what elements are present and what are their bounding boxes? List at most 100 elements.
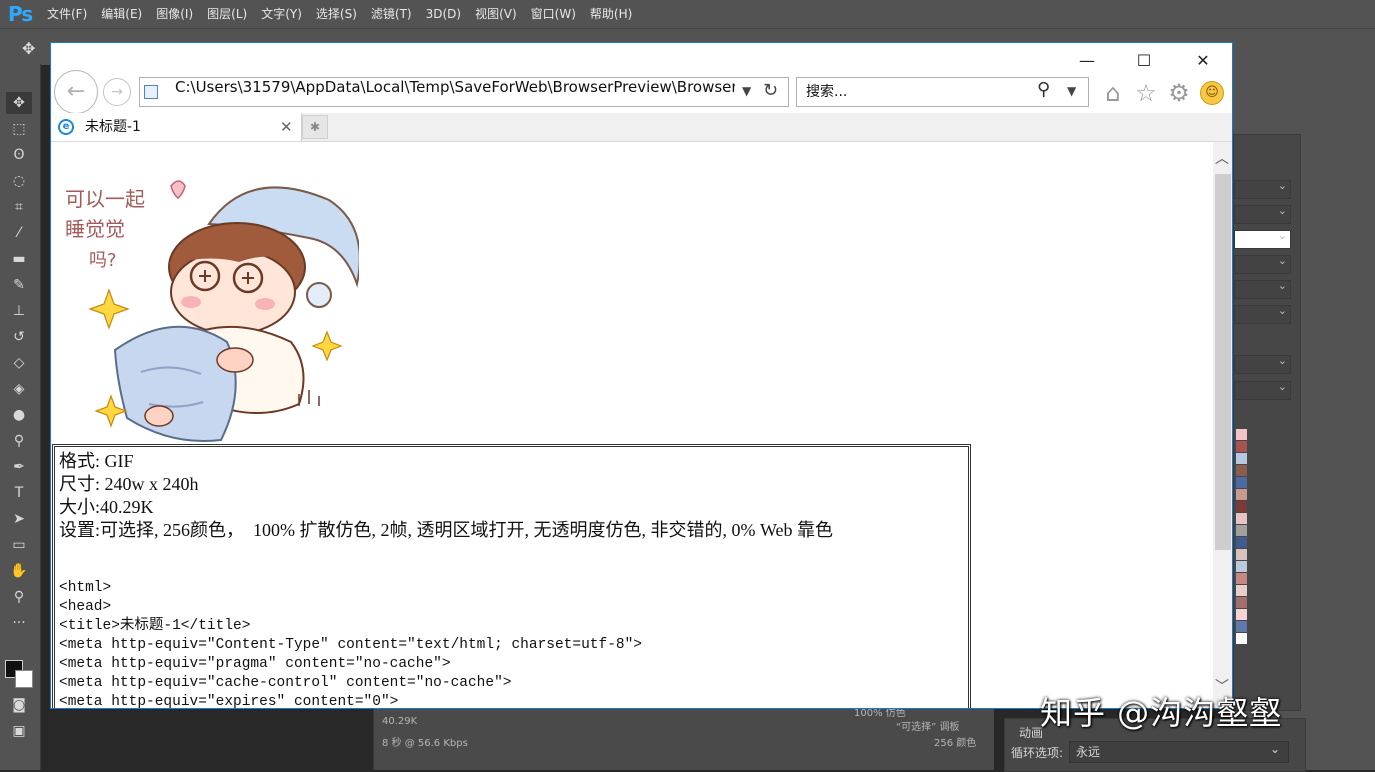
shape-tool-icon[interactable]: ▭ bbox=[6, 534, 32, 556]
menu-3d[interactable]: 3D(D) bbox=[419, 0, 468, 28]
scroll-up-icon[interactable]: ︿ bbox=[1215, 148, 1229, 168]
color-swatch[interactable] bbox=[1236, 633, 1247, 644]
color-swatch[interactable] bbox=[1236, 573, 1247, 584]
back-button[interactable]: ← bbox=[54, 70, 98, 114]
eyedropper-tool-icon[interactable]: ⁄ bbox=[6, 222, 32, 244]
color-swatch[interactable] bbox=[1236, 429, 1247, 440]
loop-label: 循环选项: bbox=[1011, 746, 1064, 760]
vertical-scrollbar[interactable]: ︿ ﹀ bbox=[1213, 142, 1232, 708]
ps-toolbar: ✥ ⬚ ʘ ◌ ⌗ ⁄ ▬ ✎ ⊥ ↺ ◇ ◈ ● ⚲ ✒ T ➤ ▭ ✋ ⚲ … bbox=[0, 64, 41, 770]
close-button[interactable]: ✕ bbox=[1183, 47, 1223, 75]
healing-brush-icon[interactable]: ▬ bbox=[6, 248, 32, 270]
image-info-box: 格式: GIF 尺寸: 240w x 240h 大小:40.29K 设置:可选择… bbox=[52, 444, 971, 708]
zoom-tool-icon[interactable]: ⚲ bbox=[6, 586, 32, 608]
settings-dropdown[interactable] bbox=[1234, 279, 1291, 299]
quick-mask-icon[interactable]: ◙ bbox=[6, 694, 32, 716]
pen-tool-icon[interactable]: ✒ bbox=[6, 456, 32, 478]
close-tab-icon[interactable]: ✕ bbox=[280, 113, 293, 141]
color-swatch[interactable] bbox=[1236, 489, 1247, 500]
maximize-button[interactable]: ☐ bbox=[1124, 47, 1164, 75]
menu-select[interactable]: 选择(S) bbox=[309, 0, 364, 28]
color-swatch[interactable] bbox=[1236, 513, 1247, 524]
screen-mode-icon[interactable]: ▣ bbox=[6, 720, 32, 742]
gear-icon[interactable]: ⚙ bbox=[1164, 79, 1194, 107]
settings-dropdown[interactable] bbox=[1234, 179, 1291, 199]
color-swatch[interactable] bbox=[1236, 621, 1247, 632]
search-icon[interactable]: ⚲ bbox=[1037, 79, 1050, 100]
settings-dropdown[interactable] bbox=[1234, 354, 1291, 374]
favorites-star-icon[interactable]: ☆ bbox=[1131, 79, 1161, 107]
minimize-button[interactable]: — bbox=[1067, 47, 1107, 75]
dodge-tool-icon[interactable]: ⚲ bbox=[6, 430, 32, 452]
file-size: 40.29K bbox=[382, 716, 418, 727]
history-brush-icon[interactable]: ↺ bbox=[6, 326, 32, 348]
menu-type[interactable]: 文字(Y) bbox=[254, 0, 309, 28]
menu-window[interactable]: 窗口(W) bbox=[524, 0, 583, 28]
color-swatch[interactable] bbox=[1236, 525, 1247, 536]
loop-select[interactable]: 永远 ⌄ bbox=[1069, 741, 1289, 763]
lasso-tool-icon[interactable]: ʘ bbox=[6, 144, 32, 166]
forward-button[interactable]: → bbox=[103, 78, 131, 106]
palette-info: “可选择” 调板 bbox=[896, 722, 960, 733]
color-swatch[interactable] bbox=[1236, 609, 1247, 620]
smiley-feedback-icon[interactable]: ☺ bbox=[1200, 81, 1224, 105]
menu-help[interactable]: 帮助(H) bbox=[583, 0, 639, 28]
menu-layer[interactable]: 图层(L) bbox=[200, 0, 254, 28]
color-swatch[interactable] bbox=[1236, 501, 1247, 512]
scrollbar-thumb[interactable] bbox=[1215, 174, 1231, 550]
settings-dropdown[interactable] bbox=[1234, 304, 1291, 324]
menu-image[interactable]: 图像(I) bbox=[149, 0, 200, 28]
menu-filter[interactable]: 滤镜(T) bbox=[364, 0, 419, 28]
color-swatch[interactable] bbox=[1236, 465, 1247, 476]
tab-untitled[interactable]: e 未标题-1 ✕ bbox=[51, 113, 302, 141]
color-swatch[interactable] bbox=[1236, 597, 1247, 608]
brush-tool-icon[interactable]: ✎ bbox=[6, 274, 32, 296]
ps-status-area: 40.29K 8 秒 @ 56.6 Kbps 100% 仿色 “可选择” 调板 … bbox=[373, 708, 994, 770]
quick-select-tool-icon[interactable]: ◌ bbox=[6, 170, 32, 192]
code-line: <title>未标题-1</title> bbox=[59, 618, 251, 634]
type-tool-icon[interactable]: T bbox=[6, 482, 32, 504]
background-color-swatch[interactable] bbox=[15, 670, 33, 688]
blur-tool-icon[interactable]: ● bbox=[6, 404, 32, 426]
hand-tool-icon[interactable]: ✋ bbox=[6, 560, 32, 582]
move-tool-icon[interactable]: ✥ bbox=[6, 92, 32, 114]
paint-bucket-icon[interactable]: ◈ bbox=[6, 378, 32, 400]
settings-dropdown[interactable] bbox=[1234, 380, 1291, 400]
address-bar[interactable]: C:\Users\31579\AppData\Local\Temp\SaveFo… bbox=[139, 77, 789, 107]
new-tab-button[interactable]: ✱ bbox=[302, 115, 328, 139]
chevron-down-icon[interactable]: ▼ bbox=[1067, 84, 1076, 98]
move-tool-icon[interactable]: ✥ bbox=[22, 39, 35, 58]
color-swatch[interactable] bbox=[1236, 549, 1247, 560]
crop-tool-icon[interactable]: ⌗ bbox=[6, 196, 32, 218]
ps-menubar: Ps 文件(F) 编辑(E) 图像(I) 图层(L) 文字(Y) 选择(S) 滤… bbox=[0, 0, 1375, 28]
refresh-icon[interactable]: ↻ bbox=[763, 80, 778, 101]
window-titlebar: — ☐ ✕ bbox=[51, 43, 1232, 79]
color-swatch[interactable] bbox=[1236, 561, 1247, 572]
more-tools-icon[interactable]: ··· bbox=[6, 612, 32, 634]
path-select-icon[interactable]: ➤ bbox=[6, 508, 32, 530]
color-swatch[interactable] bbox=[1236, 441, 1247, 452]
marquee-tool-icon[interactable]: ⬚ bbox=[6, 118, 32, 140]
eraser-tool-icon[interactable]: ◇ bbox=[6, 352, 32, 374]
menu-file[interactable]: 文件(F) bbox=[40, 0, 94, 28]
info-settings: 设置:可选择, 256颜色， 100% 扩散仿色, 2帧, 透明区域打开, 无透… bbox=[59, 520, 834, 540]
settings-dropdown[interactable] bbox=[1234, 204, 1291, 224]
color-swatch[interactable] bbox=[1236, 537, 1247, 548]
menu-edit[interactable]: 编辑(E) bbox=[94, 0, 149, 28]
home-icon[interactable]: ⌂ bbox=[1098, 79, 1128, 107]
matte-dropdown[interactable] bbox=[1234, 229, 1291, 249]
settings-panel bbox=[1233, 134, 1301, 711]
color-swatch[interactable] bbox=[1236, 477, 1247, 488]
ps-menu: 文件(F) 编辑(E) 图像(I) 图层(L) 文字(Y) 选择(S) 滤镜(T… bbox=[40, 0, 639, 28]
menu-view[interactable]: 视图(V) bbox=[468, 0, 524, 28]
search-input[interactable]: 搜索... bbox=[806, 78, 847, 106]
color-swatch[interactable] bbox=[1236, 453, 1247, 464]
search-box[interactable]: 搜索... ⚲ ▼ bbox=[796, 77, 1089, 107]
new-tab-icon: ✱ bbox=[309, 120, 321, 134]
address-url[interactable]: C:\Users\31579\AppData\Local\Temp\SaveFo… bbox=[175, 78, 735, 96]
chevron-down-icon[interactable]: ▼ bbox=[742, 84, 751, 98]
color-swatch[interactable] bbox=[1236, 585, 1247, 596]
stamp-tool-icon[interactable]: ⊥ bbox=[6, 300, 32, 322]
settings-dropdown[interactable] bbox=[1234, 254, 1291, 274]
page-icon bbox=[144, 85, 158, 99]
